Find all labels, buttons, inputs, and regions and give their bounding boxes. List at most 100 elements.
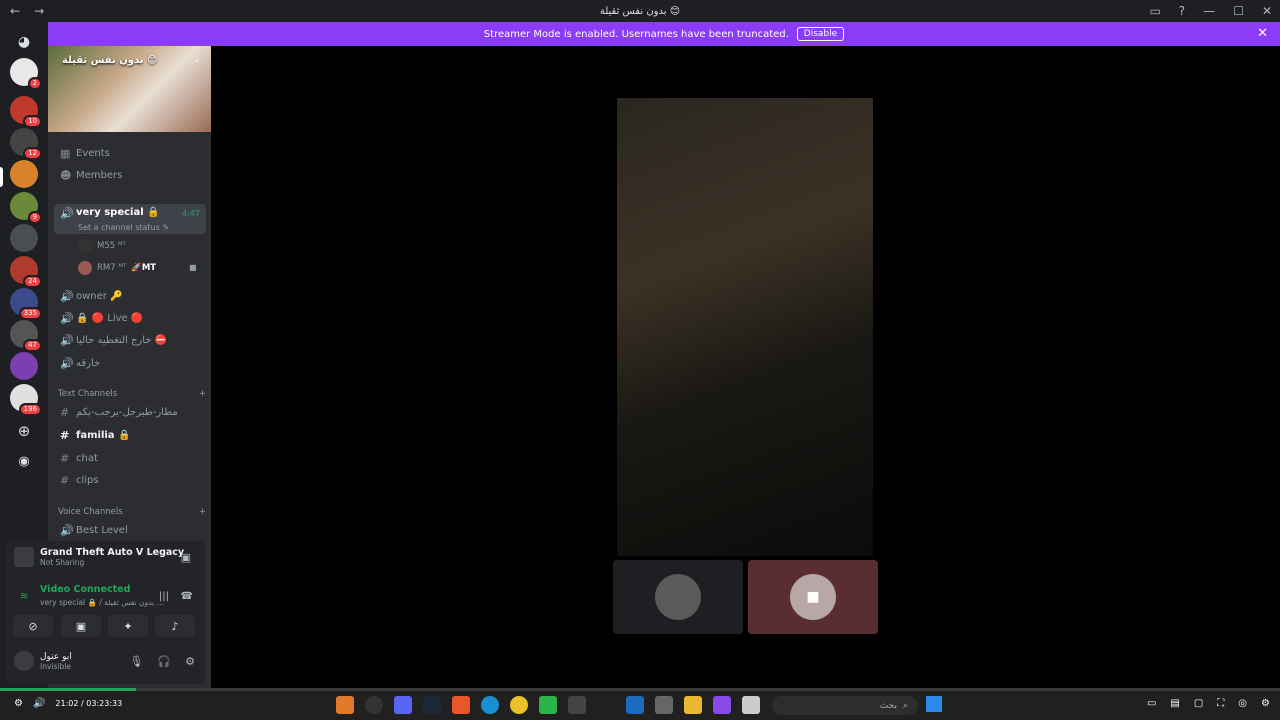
- settings-gear-icon[interactable]: ⚙: [185, 655, 195, 668]
- main-video-stream[interactable]: [617, 98, 873, 556]
- discord-home-icon[interactable]: ◕: [10, 28, 38, 56]
- members-icon: ☻: [60, 168, 72, 182]
- chevron-down-icon[interactable]: ⌄: [193, 54, 201, 65]
- text-channel[interactable]: # مطار-طيرجل-برجب-بكم: [54, 402, 206, 422]
- server-icon[interactable]: 10: [10, 96, 42, 128]
- text-channels-category[interactable]: Text Channels +: [58, 389, 206, 399]
- voice-channel[interactable]: 🔊 Best Level: [54, 520, 206, 540]
- hash-icon: #: [60, 473, 70, 487]
- server-icon[interactable]: [10, 160, 38, 188]
- server-icon[interactable]: [10, 352, 38, 380]
- server-icon[interactable]: 335: [10, 288, 42, 320]
- add-channel-icon[interactable]: +: [199, 507, 206, 517]
- members-item[interactable]: ☻ Members: [54, 165, 206, 185]
- brave-icon[interactable]: [452, 696, 470, 714]
- voice-user[interactable]: M55 ᴹᵀ: [78, 237, 126, 255]
- window-title: بدون نفس ثقيلة 😊: [599, 5, 681, 17]
- app-icon[interactable]: [365, 696, 383, 714]
- voice-channel[interactable]: 🔊 خارج التغطيه حاليا ⛔: [54, 330, 206, 350]
- camera-icon: ■: [189, 263, 197, 272]
- volume-icon[interactable]: 🔊: [33, 698, 45, 709]
- taskbar-search[interactable]: بحث ⌕: [772, 696, 918, 715]
- server-icon[interactable]: 196: [10, 384, 42, 416]
- xbox-icon[interactable]: [539, 696, 557, 714]
- add-channel-icon[interactable]: +: [199, 389, 206, 399]
- server-icon[interactable]: 9: [10, 192, 42, 224]
- voice-user[interactable]: RM7 ᴹᵀ 🚀MT: [78, 259, 156, 277]
- events-item[interactable]: ▦ Events: [54, 143, 206, 163]
- voice-channels-category[interactable]: Voice Channels +: [58, 507, 206, 517]
- server-name[interactable]: بدون نفس ثقيلة 😊: [62, 55, 157, 66]
- app-icon[interactable]: [655, 696, 673, 714]
- app-icon[interactable]: [742, 696, 760, 714]
- windows-start-icon[interactable]: [926, 696, 942, 712]
- text-channel[interactable]: # chat: [54, 448, 206, 468]
- hash-icon: #: [60, 405, 70, 419]
- voice-stage: ■: [211, 46, 1280, 688]
- settings-icon[interactable]: ⚙: [14, 698, 23, 709]
- current-user[interactable]: ابو عتول Invisible: [14, 651, 72, 671]
- back-arrow-icon[interactable]: ←: [10, 4, 20, 18]
- voice-channel[interactable]: 🔊 🔒 🔴 Live 🔴: [54, 308, 206, 328]
- voice-channel[interactable]: 🔊 owner 🔑: [54, 286, 206, 306]
- maximize-icon[interactable]: ☐: [1233, 4, 1244, 18]
- settings-icon[interactable]: ⚙: [1261, 698, 1270, 709]
- close-banner-icon[interactable]: ✕: [1257, 26, 1268, 41]
- calendar-icon: ▦: [60, 146, 71, 160]
- mention-badge: 9: [27, 211, 42, 224]
- app-icon[interactable]: [568, 696, 586, 714]
- app-icon[interactable]: [713, 696, 731, 714]
- camera-toggle-button[interactable]: ⊘: [13, 615, 53, 637]
- microphone-icon[interactable]: 🎙: [129, 655, 143, 668]
- headphones-icon[interactable]: 🎧: [157, 655, 171, 668]
- tray-icon[interactable]: ▢: [1194, 698, 1203, 709]
- voice-channel[interactable]: 🔊 خارقه: [54, 353, 206, 373]
- mention-badge: 335: [18, 307, 42, 320]
- participant-tile[interactable]: ■: [748, 560, 878, 634]
- app-icon[interactable]: [336, 696, 354, 714]
- add-server-icon[interactable]: ⊕: [10, 417, 38, 445]
- server-icon[interactable]: 2: [10, 58, 42, 90]
- server-icon[interactable]: 24: [10, 256, 42, 288]
- help-icon[interactable]: ?: [1179, 4, 1185, 18]
- minimize-icon[interactable]: —: [1203, 4, 1215, 18]
- app-icon[interactable]: [626, 696, 644, 714]
- steam-icon[interactable]: [423, 696, 441, 714]
- soundboard-button[interactable]: ♪: [155, 615, 195, 637]
- screen-share-button[interactable]: ▣: [61, 615, 101, 637]
- discover-icon[interactable]: ◉: [10, 447, 38, 475]
- signal-icon[interactable]: ≋: [20, 591, 28, 602]
- inbox-icon[interactable]: ▭: [1149, 4, 1160, 18]
- disconnect-icon[interactable]: ☎: [181, 591, 193, 602]
- close-window-icon[interactable]: ✕: [1262, 4, 1272, 18]
- discord-icon[interactable]: [394, 696, 412, 714]
- edge-icon[interactable]: [481, 696, 499, 714]
- connection-status[interactable]: Video Connected: [40, 584, 130, 595]
- speaker-icon: 🔊: [60, 356, 74, 370]
- activities-button[interactable]: ✦: [108, 615, 148, 637]
- server-icon[interactable]: 47: [10, 320, 42, 352]
- channel-status[interactable]: Set a channel status ✎: [78, 223, 169, 232]
- server-icon[interactable]: [10, 224, 38, 252]
- disable-button[interactable]: Disable: [796, 27, 845, 41]
- user-panel: Grand Theft Auto V Legacy Not Sharing ▣ …: [6, 541, 205, 684]
- speaker-icon: 🔊: [60, 523, 74, 537]
- folder-icon[interactable]: [684, 696, 702, 714]
- taskbar-apps: [336, 696, 760, 714]
- player-controls: ⚙ 🔊 21:02 / 03:23:33: [14, 698, 122, 709]
- speaker-icon: 🔊: [60, 311, 74, 325]
- share-screen-icon[interactable]: ▣: [181, 551, 191, 564]
- server-icon[interactable]: 12: [10, 128, 42, 160]
- chrome-icon[interactable]: [510, 696, 528, 714]
- tray-icon[interactable]: ▤: [1170, 698, 1179, 709]
- tray-icon[interactable]: ◎: [1238, 698, 1247, 709]
- text-channel-familia[interactable]: # familia 🔒: [54, 425, 206, 445]
- forward-arrow-icon[interactable]: →: [34, 4, 44, 18]
- app-icon[interactable]: [597, 696, 615, 714]
- fullscreen-icon[interactable]: ⛶: [1217, 698, 1224, 709]
- text-channel[interactable]: # clips: [54, 470, 206, 490]
- participant-tile[interactable]: [613, 560, 743, 634]
- mention-badge: 24: [23, 275, 42, 288]
- tray-icon[interactable]: ▭: [1147, 698, 1156, 709]
- noise-suppression-icon[interactable]: |||: [159, 591, 169, 602]
